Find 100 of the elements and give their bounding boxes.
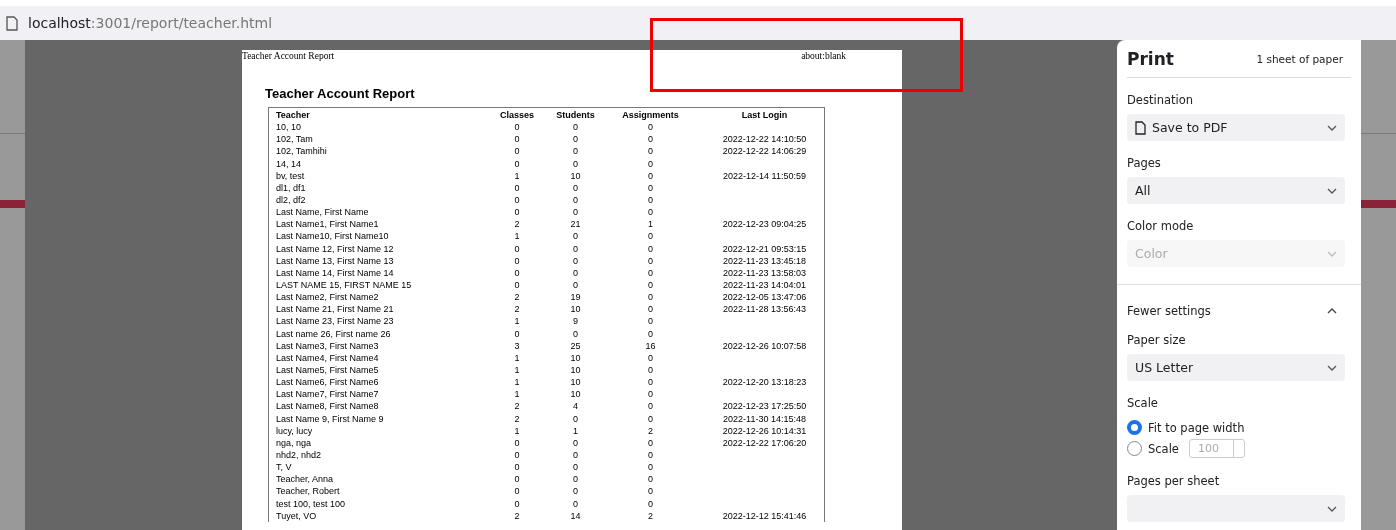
table-cell: 0	[648, 121, 653, 134]
column-header: Students	[556, 109, 595, 122]
chevron-down-icon	[1327, 187, 1337, 194]
table-cell: 1	[648, 218, 653, 231]
table-cell: Last Name, First Name	[276, 206, 369, 219]
table-cell: 10, 10	[276, 121, 302, 134]
table-cell: 0	[573, 133, 578, 146]
table-cell: 10	[570, 303, 581, 316]
table-cell: test 100, test 100	[276, 497, 346, 510]
table-cell: 2	[648, 509, 653, 522]
column-header: Last Login	[741, 109, 788, 122]
table-cell: 19	[570, 291, 581, 304]
settings-toggle[interactable]: Fewer settings	[1127, 304, 1345, 318]
table-cell: 2	[514, 291, 520, 304]
table-cell: 2022-12-26 10:14:31	[722, 424, 807, 437]
dropdown[interactable]: Save to PDF	[1127, 114, 1345, 141]
table-cell: 0	[648, 363, 653, 377]
table-cell: Teacher, Anna	[276, 473, 334, 486]
table-cell: 0	[648, 473, 653, 486]
table-cell: 2	[514, 218, 520, 231]
table-cell: 2022-12-23 09:04:25	[722, 218, 807, 231]
table-cell: 0	[573, 473, 578, 486]
table-cell: 9	[573, 315, 578, 328]
table-cell: lucy, lucy	[276, 424, 313, 437]
table-cell: 0	[573, 145, 578, 158]
page-header-url: about:blank	[801, 50, 846, 62]
table-cell: Last Name10, First Name10	[276, 230, 389, 243]
table-cell: 0	[648, 315, 653, 328]
table-cell: 0	[648, 327, 653, 340]
table-cell: 0	[648, 448, 653, 462]
option-label[interactable]: Scale	[1148, 441, 1179, 456]
table-cell: 2022-12-05 13:47:06	[722, 291, 807, 304]
radio-button[interactable]	[1127, 441, 1142, 456]
table-cell: LAST NAME 15, FIRST NAME 15	[276, 278, 412, 292]
table-cell: Last Name 13, First Name 13	[276, 254, 394, 267]
table-cell: 0	[648, 181, 653, 194]
column-header: Assignments	[622, 109, 679, 122]
table-cell: 2	[514, 400, 520, 413]
table-cell: 1	[514, 169, 520, 182]
table-cell: Last Name6, First Name6	[276, 376, 379, 389]
dropdown[interactable]: All	[1127, 177, 1345, 204]
table-cell: 2	[514, 303, 520, 316]
table-cell: 2022-12-21 09:53:15	[722, 242, 807, 255]
table-cell: 21	[570, 218, 581, 231]
table-cell: 0	[514, 206, 520, 219]
table-cell: 0	[573, 412, 578, 425]
table-cell: 0	[573, 254, 578, 267]
table-cell: 10	[570, 376, 581, 389]
table-cell: 0	[648, 194, 653, 207]
table-cell: 2022-12-26 10:07:58	[722, 339, 807, 352]
table-cell: Last Name3, First Name3	[276, 339, 379, 352]
radio-button[interactable]	[1127, 420, 1142, 435]
page-icon	[6, 15, 18, 31]
field-label: Pages	[1127, 156, 1162, 170]
table-cell: nhd2, nhd2	[276, 448, 322, 462]
table-cell: 1	[514, 376, 520, 389]
table-cell: 0	[514, 133, 520, 146]
table-cell: 16	[645, 339, 656, 352]
table-cell: 0	[573, 461, 578, 474]
table-cell: Last Name4, First Name4	[276, 351, 379, 364]
page-header-title: Teacher Account Report	[242, 50, 335, 62]
table-cell: 2	[648, 424, 653, 437]
table-cell: Last Name2, First Name2	[276, 291, 379, 304]
table-cell: 0	[514, 448, 520, 462]
table-cell: 0	[514, 121, 520, 134]
table-cell: 0	[648, 412, 653, 425]
table-cell: 0	[573, 266, 578, 279]
table-cell: 1	[514, 315, 520, 328]
table-cell: Teacher, Robert	[276, 485, 340, 498]
option-label[interactable]: Fit to page width	[1148, 420, 1245, 435]
table-cell: 0	[514, 473, 520, 486]
address-url[interactable]: localhost:3001/report/teacher.html	[28, 15, 273, 31]
table-cell: 0	[648, 388, 653, 401]
table-cell: 2022-11-23 13:58:03	[723, 266, 806, 279]
dialog-title: Print	[1127, 48, 1174, 69]
table-cell: 2022-11-28 13:56:43	[723, 303, 806, 316]
page-band	[0, 200, 25, 208]
table-cell: 0	[514, 485, 520, 498]
chevron-down-icon	[1327, 124, 1337, 131]
table-cell: 0	[514, 145, 520, 158]
table-cell: 0	[573, 242, 578, 255]
table-cell: 0	[514, 194, 520, 207]
table-cell: dl1, df1	[276, 181, 306, 194]
report-title: Teacher Account Report	[265, 86, 416, 101]
table-cell: Last Name7, First Name7	[276, 388, 379, 401]
table-cell: Last Name 23, First Name 23	[276, 315, 394, 328]
table-cell: 0	[573, 181, 578, 194]
table-cell: 102, Tam	[276, 133, 313, 146]
table-cell: 0	[573, 278, 578, 292]
column-header: Classes	[500, 109, 534, 122]
table-cell: 2022-11-23 13:45:18	[723, 254, 806, 267]
table-cell: dl2, df2	[276, 194, 306, 207]
chevron-up-icon	[1327, 308, 1337, 314]
dropdown[interactable]: US Letter	[1127, 354, 1345, 381]
table-cell: 0	[514, 497, 520, 510]
table-cell: 1	[514, 363, 520, 377]
table-cell: 0	[648, 169, 653, 182]
table-cell: 0	[648, 230, 653, 243]
table-cell: Last Name 14, First Name 14	[276, 266, 394, 279]
table-cell: 2022-11-23 14:04:01	[723, 278, 806, 292]
